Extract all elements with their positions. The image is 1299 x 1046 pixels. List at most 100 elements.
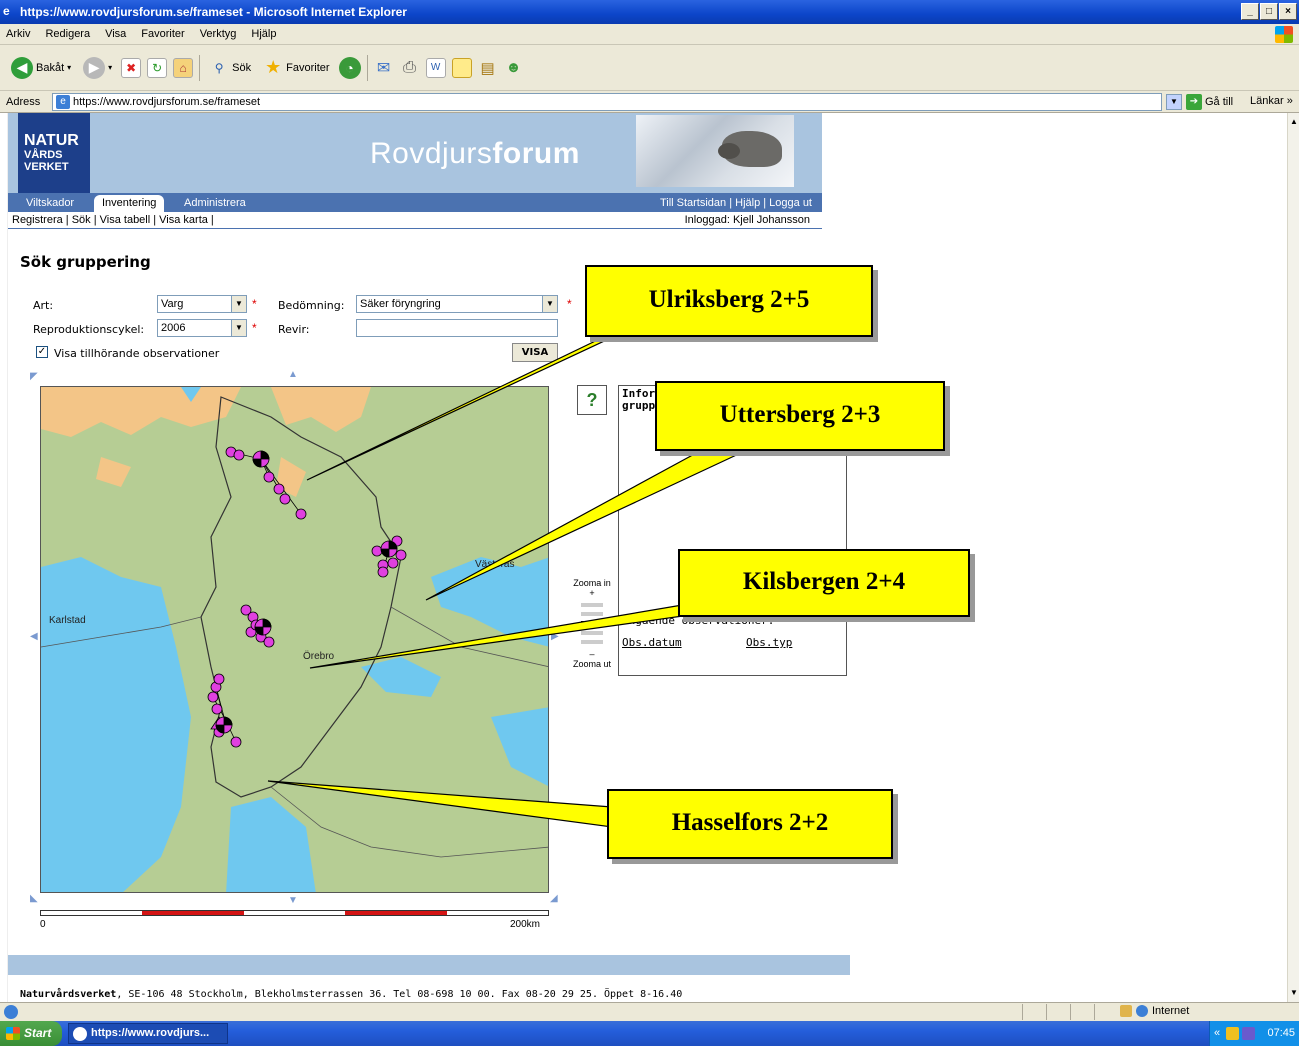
required-marker: * bbox=[252, 297, 257, 311]
pan-southeast-icon[interactable]: ◢ bbox=[550, 893, 558, 904]
map-observation-marker[interactable] bbox=[387, 557, 399, 569]
zoom-minus[interactable]: – bbox=[568, 649, 616, 659]
help-button[interactable]: ? bbox=[577, 385, 607, 415]
history-icon[interactable]: ◔ bbox=[338, 56, 361, 79]
zoom-level-step[interactable] bbox=[581, 631, 603, 635]
menu-favoriter[interactable]: Favoriter bbox=[141, 28, 184, 40]
zoom-in-label[interactable]: Zooma in bbox=[568, 578, 616, 588]
map-view[interactable]: Karlstad Örebro Västerås bbox=[40, 386, 549, 893]
links-label: Länkar bbox=[1250, 95, 1284, 107]
menu-hjalp[interactable]: Hjälp bbox=[251, 28, 276, 40]
map-observation-marker[interactable] bbox=[211, 703, 223, 715]
footer-text: , SE-106 48 Stockholm, Blekholmsterrasse… bbox=[116, 989, 683, 1000]
scroll-up-icon[interactable]: ▲ bbox=[1289, 115, 1299, 129]
map-observation-marker[interactable] bbox=[295, 508, 307, 520]
minimize-button[interactable]: _ bbox=[1241, 3, 1259, 20]
map-observation-marker[interactable] bbox=[395, 549, 407, 561]
favorites-label: Favoriter bbox=[286, 61, 330, 74]
art-select[interactable]: Varg ▼ bbox=[157, 295, 247, 313]
search-button[interactable]: ⚲ Sök bbox=[206, 53, 254, 83]
tray-expand-icon[interactable]: « bbox=[1214, 1021, 1220, 1046]
scale-start-label: 0 bbox=[40, 919, 46, 930]
obs-typ-column[interactable]: Obs.typ bbox=[746, 636, 792, 649]
revir-input[interactable] bbox=[356, 319, 558, 337]
tab-viltskador[interactable]: Viltskador bbox=[18, 195, 82, 212]
scroll-down-icon[interactable]: ▼ bbox=[1289, 986, 1299, 1000]
print-icon[interactable]: ⎙ bbox=[400, 58, 420, 78]
zoom-plus[interactable]: + bbox=[568, 588, 616, 598]
pan-east-icon[interactable]: ▶ bbox=[551, 631, 559, 642]
sub-nav-items[interactable]: Registrera | Sök | Visa tabell | Visa ka… bbox=[12, 212, 214, 228]
obs-datum-column[interactable]: Obs.datum bbox=[622, 636, 682, 649]
map-observation-marker[interactable] bbox=[233, 449, 245, 461]
menu-arkiv[interactable]: Arkiv bbox=[6, 28, 30, 40]
naturvardsverket-logo[interactable]: NATUR VÅRDS VERKET bbox=[18, 113, 90, 193]
address-input[interactable]: e https://www.rovdjursforum.se/frameset bbox=[52, 93, 1162, 111]
pan-northwest-icon[interactable]: ◤ bbox=[30, 371, 38, 382]
address-dropdown-icon[interactable]: ▼ bbox=[1166, 94, 1182, 110]
ie-logo-icon: e bbox=[3, 4, 10, 18]
map-observation-marker[interactable] bbox=[213, 673, 225, 685]
go-button[interactable]: ➔ Gå till bbox=[1186, 94, 1233, 110]
map-observation-marker[interactable] bbox=[377, 566, 389, 578]
back-button[interactable]: ◀ Bakåt ▾ bbox=[8, 53, 74, 83]
stop-icon[interactable]: ✖ bbox=[121, 57, 142, 78]
menu-redigera[interactable]: Redigera bbox=[45, 28, 90, 40]
taskbar-ie-window[interactable]: https://www.rovdjurs... bbox=[68, 1023, 228, 1044]
forward-dropdown-icon[interactable]: ▾ bbox=[108, 63, 112, 72]
back-dropdown-icon[interactable]: ▾ bbox=[67, 63, 71, 72]
forward-button[interactable]: ▶ ▾ bbox=[80, 53, 115, 83]
tray-security-icon[interactable] bbox=[1226, 1027, 1239, 1040]
maximize-button[interactable]: □ bbox=[1260, 3, 1278, 20]
home-icon[interactable]: ⌂ bbox=[173, 57, 194, 78]
bedomning-select[interactable]: Säker föryngring ▼ bbox=[356, 295, 558, 313]
security-zone: Internet bbox=[1120, 1005, 1189, 1017]
zoom-level-current[interactable] bbox=[581, 621, 603, 626]
research-icon[interactable]: ▤ bbox=[478, 58, 498, 78]
map-scale-bar bbox=[40, 910, 549, 916]
visa-button[interactable]: VISA bbox=[512, 343, 558, 362]
map-observation-marker[interactable] bbox=[263, 471, 275, 483]
logo-line3: VERKET bbox=[24, 161, 69, 173]
zoom-out-label[interactable]: Zooma ut bbox=[568, 659, 616, 669]
ie-task-icon bbox=[73, 1027, 87, 1041]
discuss-icon[interactable] bbox=[451, 57, 472, 78]
map-observation-marker[interactable] bbox=[371, 545, 383, 557]
clock: 07:45 bbox=[1267, 1027, 1295, 1039]
tray-app-icon[interactable] bbox=[1242, 1027, 1255, 1040]
edit-word-icon[interactable]: W bbox=[425, 57, 446, 78]
zoom-level-step[interactable] bbox=[581, 640, 603, 644]
close-button[interactable]: × bbox=[1279, 3, 1297, 20]
pan-west-icon[interactable]: ◀ bbox=[30, 631, 38, 642]
scale-segment bbox=[41, 911, 143, 915]
pan-southwest-icon[interactable]: ◣ bbox=[30, 893, 38, 904]
zoom-level-step[interactable] bbox=[581, 603, 603, 607]
menu-verktyg[interactable]: Verktyg bbox=[200, 28, 237, 40]
tab-administrera[interactable]: Administrera bbox=[176, 195, 254, 212]
pan-north-icon[interactable]: ▲ bbox=[288, 369, 298, 380]
start-button[interactable]: Start bbox=[0, 1021, 62, 1046]
links-button[interactable]: Länkar » bbox=[1250, 95, 1293, 107]
logo-line2: VÅRDS bbox=[24, 149, 63, 161]
visa-observationer-checkbox[interactable]: ✓ bbox=[36, 346, 48, 358]
refresh-icon[interactable]: ↻ bbox=[147, 57, 168, 78]
scale-segment bbox=[345, 911, 447, 915]
map-observation-marker[interactable] bbox=[230, 736, 242, 748]
map-observation-marker[interactable] bbox=[273, 483, 285, 495]
zoom-level-step[interactable] bbox=[581, 612, 603, 616]
reproduktionscykel-select[interactable]: 2006 ▼ bbox=[157, 319, 247, 337]
favorites-button[interactable]: ★ Favoriter bbox=[260, 53, 332, 83]
map-observation-marker[interactable] bbox=[279, 493, 291, 505]
mail-icon[interactable]: ✉ bbox=[374, 58, 394, 78]
pan-south-icon[interactable]: ▼ bbox=[288, 895, 298, 906]
tab-inventering[interactable]: Inventering bbox=[94, 195, 165, 212]
map-observation-marker[interactable] bbox=[207, 691, 219, 703]
page-viewport: NATUR VÅRDS VERKET Rovdjursforum Viltska… bbox=[0, 113, 1299, 1002]
search-icon: ⚲ bbox=[214, 60, 224, 75]
vertical-scrollbar[interactable]: ▲ ▼ bbox=[1287, 113, 1299, 1002]
map-observation-marker[interactable] bbox=[263, 636, 275, 648]
messenger-icon[interactable]: ☻ bbox=[504, 58, 524, 78]
menu-visa[interactable]: Visa bbox=[105, 28, 126, 40]
site-title: Rovdjursforum bbox=[370, 137, 580, 171]
top-links[interactable]: Till Startsidan | Hjälp | Logga ut bbox=[660, 195, 812, 211]
